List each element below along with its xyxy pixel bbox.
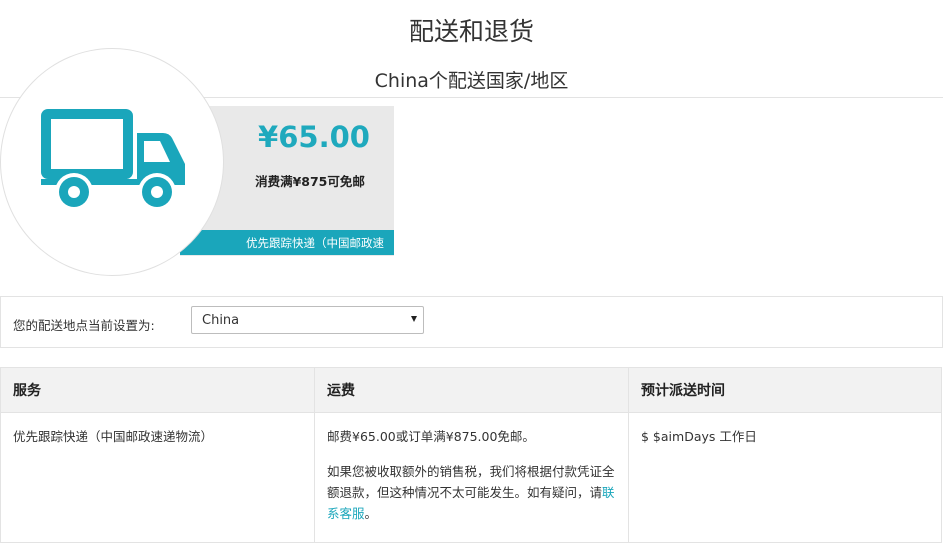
- service-cell: 优先跟踪快递（中国邮政速递物流）: [0, 412, 315, 543]
- location-label: 您的配送地点当前设置为:: [13, 318, 155, 333]
- truck-icon: [41, 109, 185, 211]
- delivery-time-cell: $ $aimDays 工作日: [628, 412, 942, 543]
- country-select[interactable]: China: [191, 306, 424, 334]
- page-title: 配送和退货: [408, 17, 534, 46]
- dropdown-arrow-icon: [411, 316, 417, 322]
- shipping-table: 服务 运费 预计派送时间 优先跟踪快递（中国邮政速递物流） 邮费¥65.00或订…: [0, 367, 942, 543]
- column-header-delivery: 预计派送时间: [628, 367, 942, 413]
- table-row: 优先跟踪快递（中国邮政速递物流） 邮费¥65.00或订单满¥875.00免邮。 …: [0, 412, 942, 543]
- column-header-cost: 运费: [314, 367, 629, 413]
- shipping-service-banner: 优先跟踪快递（中国邮政速: [180, 230, 394, 255]
- shipping-service-name: 优先跟踪快递（中国邮政速: [246, 236, 384, 250]
- truck-icon-circle: [0, 48, 224, 276]
- tax-note-text: 如果您被收取额外的销售税，我们将根据付款凭证全额退款，但这种情况不太可能发生。如…: [327, 464, 615, 500]
- table-header-row: 服务 运费 预计派送时间: [0, 367, 942, 413]
- tax-note: 如果您被收取额外的销售税，我们将根据付款凭证全额退款，但这种情况不太可能发生。如…: [327, 461, 616, 524]
- country-select-value: China: [202, 313, 240, 328]
- tax-note-end: 。: [364, 506, 378, 521]
- cost-text: 邮费¥65.00或订单满¥875.00免邮。: [327, 429, 535, 444]
- column-header-service: 服务: [0, 367, 315, 413]
- location-selector-box: 您的配送地点当前设置为: China: [0, 296, 943, 348]
- cost-cell: 邮费¥65.00或订单满¥875.00免邮。 如果您被收取额外的销售税，我们将根…: [314, 412, 629, 543]
